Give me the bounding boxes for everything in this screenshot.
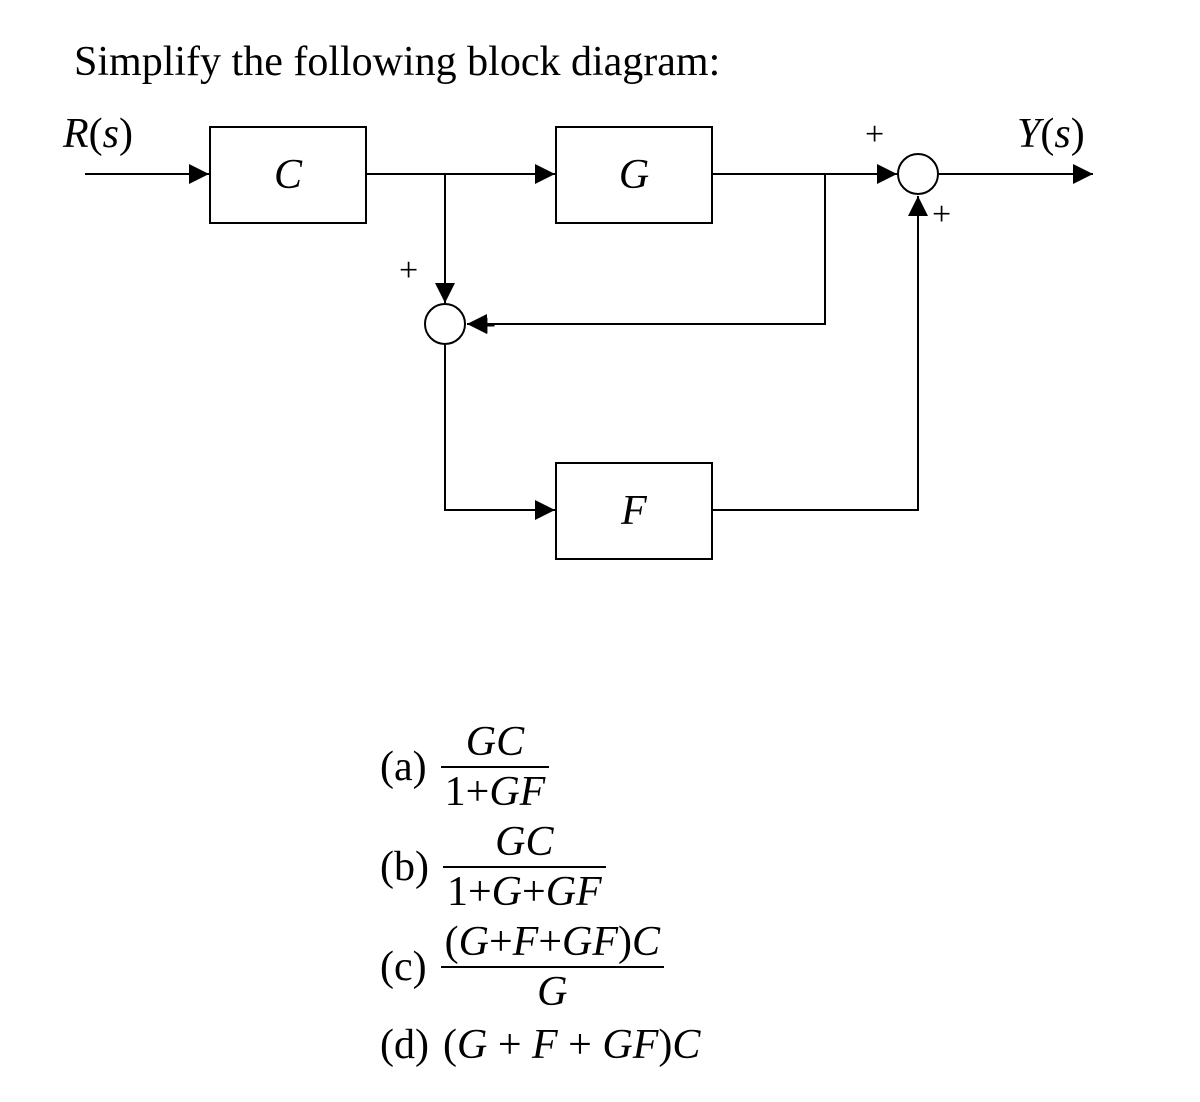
block-g-label: G (619, 151, 649, 199)
summing-junction-inner (424, 303, 466, 345)
block-diagram: R(s) Y(s) C G F + + + + (67, 110, 1111, 610)
answer-c-label: (c) (380, 943, 427, 991)
answer-options: (a) GC 1+GF (b) GC 1+G+GF (c) (G+F+GF)C … (380, 720, 700, 1075)
question-prompt: Simplify the following block diagram: (74, 38, 720, 86)
block-f-label: F (621, 487, 647, 535)
summing-junction-output (897, 153, 939, 195)
inner-summer-sign-top: + (399, 252, 418, 290)
answer-option-c: (c) (G+F+GF)C G (380, 920, 700, 1014)
answer-b-label: (b) (380, 843, 429, 891)
output-signal-label: Y(s) (1017, 110, 1085, 158)
answer-a-label: (a) (380, 743, 427, 791)
answer-d-expression: (G + F + GF)C (443, 1021, 700, 1069)
answer-c-denominator: G (537, 969, 567, 1015)
answer-b-numerator: GC (495, 819, 553, 865)
block-f: F (555, 462, 713, 560)
answer-c-fraction: (G+F+GF)C G (441, 920, 664, 1014)
block-g: G (555, 126, 713, 224)
answer-b-fraction: GC 1+G+GF (443, 820, 606, 914)
output-summer-sign-top: + (865, 116, 884, 154)
answer-d-label: (d) (380, 1021, 429, 1069)
block-c-label: C (274, 151, 302, 199)
inner-summer-sign-right: + (477, 308, 496, 346)
output-summer-sign-bottom: + (932, 196, 951, 234)
answer-option-a: (a) GC 1+GF (380, 720, 700, 814)
answer-a-fraction: GC 1+GF (441, 720, 550, 814)
answer-a-numerator: GC (466, 719, 524, 765)
page: Simplify the following block diagram: (0, 0, 1200, 1102)
answer-option-d: (d) (G + F + GF)C (380, 1021, 700, 1069)
answer-option-b: (b) GC 1+G+GF (380, 820, 700, 914)
input-signal-label: R(s) (63, 110, 133, 158)
block-c: C (209, 126, 367, 224)
